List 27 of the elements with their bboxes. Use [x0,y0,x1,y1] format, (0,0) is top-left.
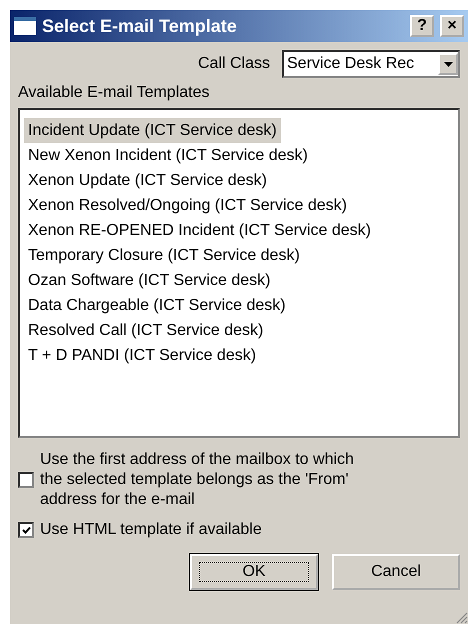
template-item[interactable]: Ozan Software (ICT Service desk) [24,268,454,293]
call-class-dropdown[interactable]: Service Desk Rec [282,50,460,78]
close-button[interactable]: × [440,15,464,37]
dropdown-button[interactable] [438,53,458,75]
call-class-label: Call Class [198,55,270,73]
template-item[interactable]: Data Chargeable (ICT Service desk) [24,293,454,318]
cancel-button[interactable]: Cancel [332,554,460,590]
template-item[interactable]: Resolved Call (ICT Service desk) [24,318,454,343]
window-title: Select E-mail Template [42,16,238,36]
templates-label: Available E-mail Templates [18,84,210,102]
ok-button[interactable]: OK [190,554,318,590]
template-item[interactable]: Xenon Update (ICT Service desk) [24,168,454,193]
template-item[interactable]: New Xenon Incident (ICT Service desk) [24,143,454,168]
checkbox[interactable] [18,472,34,488]
checkbox-label: Use HTML template if available [40,520,262,540]
caret-icon [444,62,452,66]
resize-grip-icon[interactable] [456,612,468,624]
template-item[interactable]: Temporary Closure (ICT Service desk) [24,243,454,268]
template-item[interactable]: Xenon RE-OPENED Incident (ICT Service desk) [24,218,454,243]
template-item[interactable]: T + D PANDI (ICT Service desk) [24,343,454,368]
checkbox-label: Use the first address of the mailbox to which the selected template belongs as the 'From' address for the e-mail [40,450,355,510]
help-button[interactable]: ? [410,15,434,37]
template-item[interactable]: Xenon Resolved/Ongoing (ICT Service desk) [24,193,454,218]
checkbox[interactable] [18,522,34,538]
window-icon [14,17,36,35]
template-item[interactable]: Incident Update (ICT Service desk) [24,118,281,143]
check-icon [22,526,30,534]
